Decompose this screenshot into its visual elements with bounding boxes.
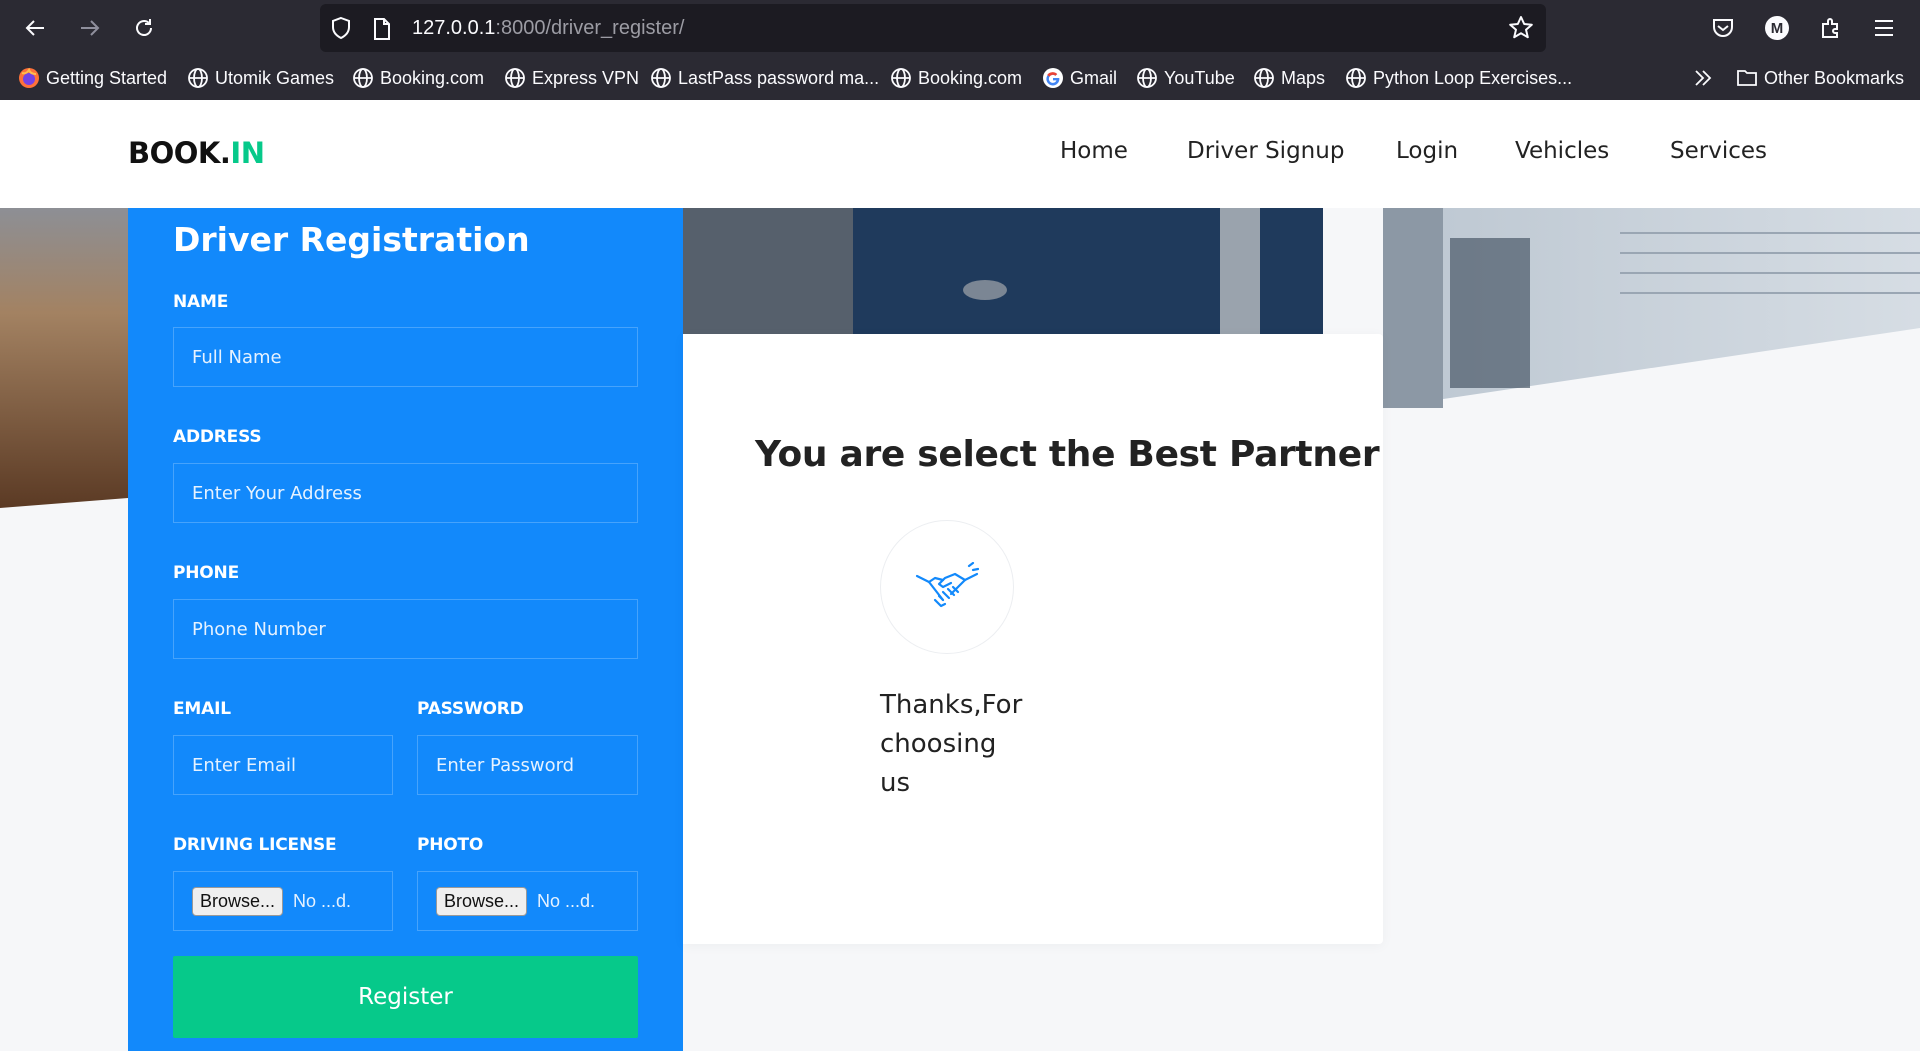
url-text[interactable]: 127.0.0.1:8000/driver_register/ [412,17,684,40]
bookmark-item[interactable]: Express VPN [504,66,639,90]
email-input[interactable] [173,735,393,795]
bookmark-label: Express VPN [532,67,640,88]
avatar: M [1765,16,1789,40]
globe-icon [353,68,373,88]
bookmark-label: LastPass password ma... [678,67,880,88]
photo-label: PHOTO [417,835,484,855]
pocket-icon [1713,19,1733,37]
bookmark-item[interactable]: Maps [1253,66,1325,90]
handshake-icon [915,562,979,608]
globe-icon [1346,68,1366,88]
bookmark-label: Python Loop Exercises... [1373,67,1573,88]
email-label: EMAIL [173,699,231,719]
firefox-icon [19,67,39,88]
pocket-button[interactable] [1707,12,1739,44]
bookmark-label: Booking.com [918,67,1023,88]
nav-driver-signup[interactable]: Driver Signup [1187,138,1344,164]
puzzle-icon [1822,18,1838,38]
photo-browse-button[interactable]: Browse... [436,886,528,916]
name-label: NAME [173,292,229,312]
browser-toolbar: 127.0.0.1:8000/driver_register/ M [0,0,1920,56]
account-button[interactable]: M [1761,12,1793,44]
back-button[interactable] [19,12,51,44]
url-bar[interactable]: 127.0.0.1:8000/driver_register/ [320,4,1546,52]
license-file-status: No ...d. [293,890,352,911]
bookmark-item[interactable]: Utomik Games [187,66,334,90]
driver-registration-form: Driver Registration NAME ADDRESS PHONE E… [128,208,683,1051]
address-input[interactable] [173,463,638,523]
other-bookmarks-label: Other Bookmarks [1764,67,1905,88]
page-info-icon[interactable] [372,17,392,41]
shield-icon[interactable] [330,16,352,40]
thanks-message: Thanks,For choosing us [880,690,1023,798]
phone-label: PHONE [173,563,239,583]
bookmark-label: Utomik Games [215,67,335,88]
chevrons-right-icon [1695,70,1712,86]
forward-button[interactable] [74,12,106,44]
google-icon [1043,68,1063,88]
globe-icon [891,68,911,88]
photo-file-status: No ...d. [537,890,596,911]
extensions-button[interactable] [1815,12,1847,44]
address-label: ADDRESS [173,427,262,447]
bookmark-item[interactable]: YouTube [1136,66,1235,90]
bookmark-label: YouTube [1164,67,1235,88]
more-bookmarks-button[interactable] [1692,66,1714,90]
forward-arrow-icon [81,20,100,36]
partner-heading: You are select the Best Partner [755,434,1380,475]
bookmark-item[interactable]: Gmail [1042,66,1117,90]
browser-chrome: 127.0.0.1:8000/driver_register/ M Gettin… [0,0,1920,100]
nav-services[interactable]: Services [1670,138,1767,164]
bookmark-item[interactable]: Booking.com [352,66,484,90]
logo-accent: IN [230,136,265,170]
hamburger-icon [1875,20,1893,36]
site-logo[interactable]: BOOK.IN [128,136,265,170]
reload-icon [136,19,152,36]
bookmark-label: Gmail [1070,67,1118,88]
folder-icon [1737,70,1757,86]
globe-icon [651,68,671,88]
nav-login[interactable]: Login [1396,138,1458,164]
bookmark-item[interactable]: Python Loop Exercises... [1345,66,1572,90]
globe-icon [1137,68,1157,88]
url-host: 127.0.0.1 [412,17,496,39]
nav-home[interactable]: Home [1060,138,1128,164]
driving-license-label: DRIVING LICENSE [173,835,337,855]
driving-license-file-input[interactable]: Browse... No ...d. [173,871,393,931]
bookmark-label: Maps [1281,67,1326,88]
menu-button[interactable] [1868,12,1900,44]
name-input[interactable] [173,327,638,387]
star-icon[interactable] [1508,15,1534,41]
globe-icon [188,68,208,88]
form-title: Driver Registration [173,220,530,259]
bookmark-label: Getting Started [46,67,168,88]
bookmark-label: Booking.com [380,67,485,88]
password-input[interactable] [417,735,638,795]
register-button[interactable]: Register [173,956,638,1038]
bookmark-item[interactable]: Booking.com [890,66,1022,90]
password-label: PASSWORD [417,699,524,719]
url-path: :8000/driver_register/ [495,17,685,39]
nav-vehicles[interactable]: Vehicles [1515,138,1609,164]
other-bookmarks-folder[interactable]: Other Bookmarks [1736,66,1904,90]
back-arrow-icon [25,20,44,36]
reload-button[interactable] [128,12,160,44]
phone-input[interactable] [173,599,638,659]
globe-icon [505,68,525,88]
globe-icon [1254,68,1274,88]
bookmark-item[interactable]: Getting Started [18,66,167,90]
license-browse-button[interactable]: Browse... [192,886,284,916]
partner-card: You are select the Best Partner Thanks,F… [683,334,1383,944]
site-header: BOOK.IN Home Driver Signup Login Vehicle… [0,100,1920,208]
logo-main: BOOK. [128,136,231,170]
photo-file-input[interactable]: Browse... No ...d. [417,871,638,931]
handshake-badge [880,520,1014,654]
bookmarks-bar: Getting Started Utomik Games Booking.com… [0,60,1920,96]
bookmark-item[interactable]: LastPass password ma... [650,66,879,90]
